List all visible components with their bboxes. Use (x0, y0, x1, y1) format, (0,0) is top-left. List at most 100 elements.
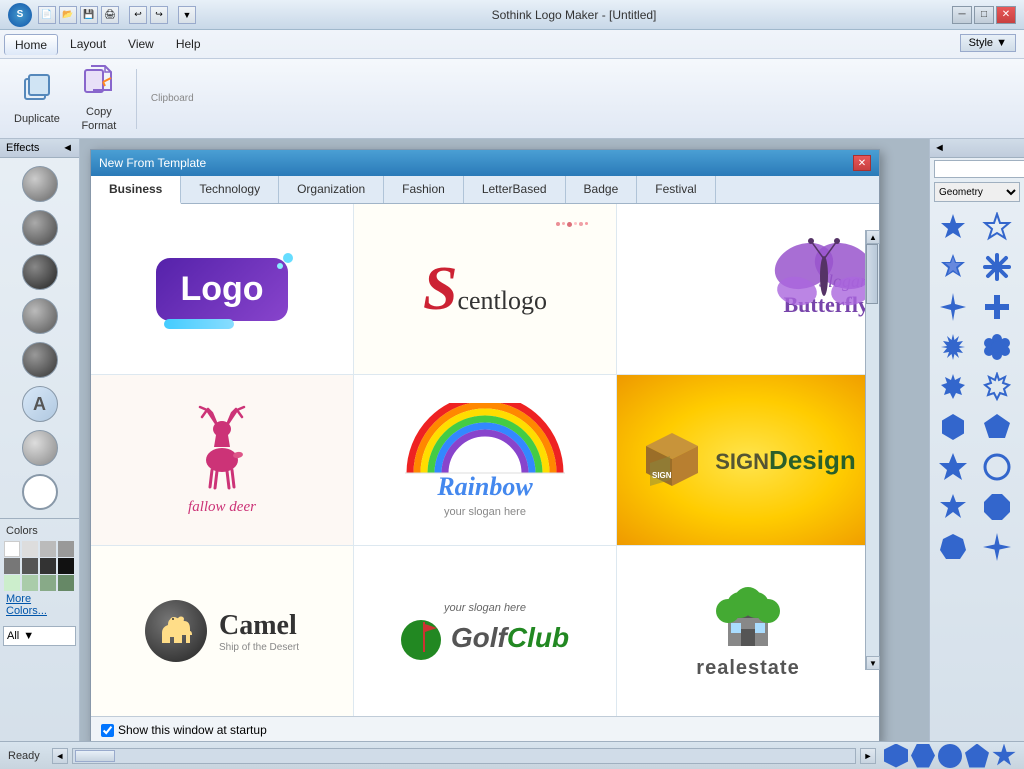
template-scentlogo[interactable]: S centlogo (354, 204, 616, 374)
template-rainbow[interactable]: Rainbow your slogan here (354, 375, 616, 545)
restore-btn[interactable]: □ (974, 6, 994, 24)
shape-6pointed[interactable] (934, 248, 972, 286)
color-vdg3[interactable] (58, 575, 74, 591)
color-white[interactable] (4, 541, 20, 557)
clipboard-label: Clipboard (149, 91, 196, 106)
undo-btn[interactable]: ↩ (129, 6, 147, 24)
color-lg[interactable] (22, 541, 38, 557)
geometry-select[interactable]: Geometry (934, 182, 1020, 202)
shape-sunburst[interactable] (934, 328, 972, 366)
modal-scroll-up[interactable]: ▲ (866, 230, 880, 244)
tab-organization[interactable]: Organization (279, 176, 384, 203)
effect-circle-1[interactable] (22, 166, 58, 202)
menu-home[interactable]: Home (4, 34, 58, 55)
template-logo-purple[interactable]: Logo (91, 204, 353, 374)
copy-format-btn[interactable]: Copy Format (74, 65, 124, 133)
menu-help[interactable]: Help (166, 34, 211, 54)
shape-badge-star[interactable] (934, 368, 972, 406)
template-butterfly[interactable]: Slogan Butterfly (617, 204, 879, 374)
effect-circle-6[interactable] (22, 430, 58, 466)
open-btn[interactable]: 📂 (59, 6, 77, 24)
scroll-left-arrow[interactable]: ◄ (52, 748, 68, 764)
effect-circle-5[interactable] (22, 342, 58, 378)
scroll-thumb[interactable] (75, 750, 115, 762)
shape-circle-outline[interactable] (978, 448, 1016, 486)
color-vdg[interactable] (40, 558, 56, 574)
template-signdesign[interactable]: SIGN SIGNDesign (617, 375, 879, 545)
save-btn[interactable]: 💾 (80, 6, 98, 24)
modal-close-btn[interactable]: ✕ (853, 155, 871, 171)
print-btn[interactable]: 🖨 (101, 6, 119, 24)
status-bar: Ready ◄ ► (0, 741, 1024, 769)
all-dropdown[interactable]: All ▼ (3, 626, 76, 646)
shape-btn-circle[interactable] (938, 744, 962, 768)
template-fallow-deer[interactable]: fallow deer (91, 375, 353, 545)
tab-badge[interactable]: Badge (566, 176, 638, 203)
close-btn[interactable]: ✕ (996, 6, 1016, 24)
color-dg2[interactable] (22, 558, 38, 574)
startup-checkbox-label[interactable]: Show this window at startup (101, 723, 267, 737)
template-camel[interactable]: Camel Ship of the Desert (91, 546, 353, 716)
color-mg2[interactable] (58, 541, 74, 557)
scroll-bar-track[interactable] (72, 748, 856, 764)
shape-hexagon[interactable] (934, 408, 972, 446)
shape-btn-star[interactable] (992, 744, 1016, 768)
scroll-right-arrow[interactable]: ► (860, 748, 876, 764)
shape-star-outline[interactable] (978, 208, 1016, 246)
shape-asterisk[interactable] (978, 248, 1016, 286)
tab-letterbased[interactable]: LetterBased (464, 176, 566, 203)
shape-octagon[interactable] (978, 488, 1016, 526)
color-dg3[interactable] (40, 575, 56, 591)
effect-circle-2[interactable] (22, 210, 58, 246)
tab-technology[interactable]: Technology (181, 176, 279, 203)
toolbar-area: Home Layout View Help Style ▼ Duplicate (0, 30, 1024, 139)
color-mg3[interactable] (22, 575, 38, 591)
shape-6star[interactable] (934, 208, 972, 246)
search-input[interactable] (934, 160, 1024, 178)
effect-letter-a[interactable]: A (22, 386, 58, 422)
shape-heptagon[interactable] (934, 528, 972, 566)
style-dropdown[interactable]: Style ▼ (960, 34, 1016, 52)
color-lg3[interactable] (4, 575, 20, 591)
effect-circle-4[interactable] (22, 298, 58, 334)
shape-diamond-star[interactable] (978, 528, 1016, 566)
shape-pentagon[interactable] (978, 408, 1016, 446)
redo-btn[interactable]: ↪ (150, 6, 168, 24)
duplicate-btn[interactable]: Duplicate (8, 65, 66, 133)
template-golfclub[interactable]: your slogan here (354, 546, 616, 716)
panel-label: ◄ (934, 142, 945, 154)
modal-scroll-down[interactable]: ▼ (866, 656, 880, 670)
effect-circle-3[interactable] (22, 254, 58, 290)
color-black[interactable] (58, 558, 74, 574)
duplicate-icon (21, 71, 53, 110)
shape-star-5[interactable] (934, 488, 972, 526)
shape-btn-pent[interactable] (965, 744, 989, 768)
effect-circle-outline[interactable] (22, 474, 58, 510)
shape-btn-hex1[interactable] (884, 744, 908, 768)
extra-btn[interactable]: ▼ (178, 6, 196, 24)
shape-cross[interactable] (978, 288, 1016, 326)
colors-header: Colors (4, 523, 75, 541)
tab-business[interactable]: Business (91, 176, 181, 204)
menu-view[interactable]: View (118, 34, 164, 54)
svg-text:SIGN: SIGN (652, 471, 672, 480)
tab-fashion[interactable]: Fashion (384, 176, 464, 203)
bottom-shape-buttons (884, 744, 1016, 768)
shape-ring-star[interactable] (978, 368, 1016, 406)
more-colors-link[interactable]: More Colors... (4, 591, 75, 619)
template-realestate[interactable]: realestate (617, 546, 879, 716)
shape-flower[interactable] (978, 328, 1016, 366)
color-dg[interactable] (4, 558, 20, 574)
color-mg[interactable] (40, 541, 56, 557)
effects-collapse[interactable]: ◄ (62, 142, 73, 154)
shape-btn-hex2[interactable] (911, 744, 935, 768)
menu-layout[interactable]: Layout (60, 34, 116, 54)
app-title: Sothink Logo Maker - [Untitled] (196, 8, 952, 22)
tab-festival[interactable]: Festival (637, 176, 715, 203)
minimize-btn[interactable]: ─ (952, 6, 972, 24)
shape-star-sharp[interactable] (934, 288, 972, 326)
startup-checkbox[interactable] (101, 724, 114, 737)
modal-scroll-thumb[interactable] (866, 244, 878, 304)
new-btn[interactable]: 📄 (38, 6, 56, 24)
shape-big-star[interactable] (934, 448, 972, 486)
